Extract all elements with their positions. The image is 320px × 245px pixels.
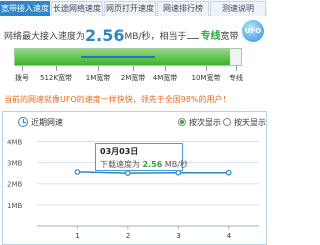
scale-tick [133,66,134,71]
speed-rank-note: 当前的网速就像UFO的速度一样快快，领先于全国98%的用户！ [4,95,231,104]
speed-scale-ticks [14,66,242,72]
data-point [74,169,81,175]
history-panel: 近期网速 按次显示 按天显示 4MB 3MB 2MB 1MB 1 2 3 4 03月03日 下… [2,111,267,245]
x-tick-label: 1 [75,232,79,240]
scale-tick [56,66,57,71]
speed-scale-bar [14,48,242,66]
speed-summary: 网络最大接入速度为2.56MB/秒，相当于 专线宽带 UFO [4,20,266,45]
x-tick-label: 4 [227,232,232,240]
scale-label: 4M宽带 [152,74,178,82]
tooltip-date: 03月03日 [100,147,139,156]
scale-tick [236,66,237,71]
speed-value: 2.56 [85,26,125,45]
tab-access-speed[interactable]: 宽带接入速度 [0,1,50,16]
scale-label: 2M宽带 [120,74,146,82]
speed-prefix: 网络最大接入速度为 [4,32,86,42]
tab-speed-test-help[interactable]: 测速说明 [210,1,266,16]
scale-label: 专线 [229,74,243,82]
y-tick-label: 4MB [7,138,22,146]
tab-page-open-speed[interactable]: 网页打开速度 [104,1,156,16]
speed-unit: MB/秒，相当于 [124,32,187,42]
y-tick-label: 2MB [7,181,22,189]
scale-label: 拨号 [15,74,29,82]
scale-label: 1M宽带 [85,74,111,82]
y-tick-label: 1MB [7,202,22,210]
scale-label: 512K宽带 [40,74,72,82]
tooltip-label: 下载速度为 [100,160,140,169]
speed-equivalent: 专线 [200,31,221,42]
tab-long-distance-speed[interactable]: 长途网络速度 [51,1,103,16]
data-point [175,169,182,176]
tooltip-value: 2.56 [142,160,163,169]
x-tick-label: 3 [176,232,180,240]
tab-bar: 宽带接入速度 长途网络速度 网页打开速度 网速排行榜 测速说明 [0,0,267,16]
scale-tick [22,66,23,71]
data-point [125,170,131,176]
scale-tick [206,66,207,71]
tooltip-unit: MB/秒 [164,160,188,169]
scale-tick [98,66,99,71]
speed-suffix: 宽带 [220,32,239,42]
data-point [225,169,232,176]
speed-tooltip: 03月03日 下载速度为 2.56 MB/秒 [95,143,188,171]
equiv-blank [187,38,200,39]
tab-speed-ranking[interactable]: 网速排行榜 [157,1,209,16]
speed-scale-marker [80,56,156,58]
series-line [77,171,229,174]
ufo-icon: UFO [242,20,264,42]
x-tick-label: 2 [126,232,130,240]
speed-history-chart: 4MB 3MB 2MB 1MB 1 2 3 4 [7,138,259,240]
tooltip-line: 下载速度为 2.56 MB/秒 [100,159,188,170]
scale-tick [165,66,166,71]
y-tick-label: 3MB [7,160,22,168]
scale-label: 10M宽带 [191,74,221,82]
